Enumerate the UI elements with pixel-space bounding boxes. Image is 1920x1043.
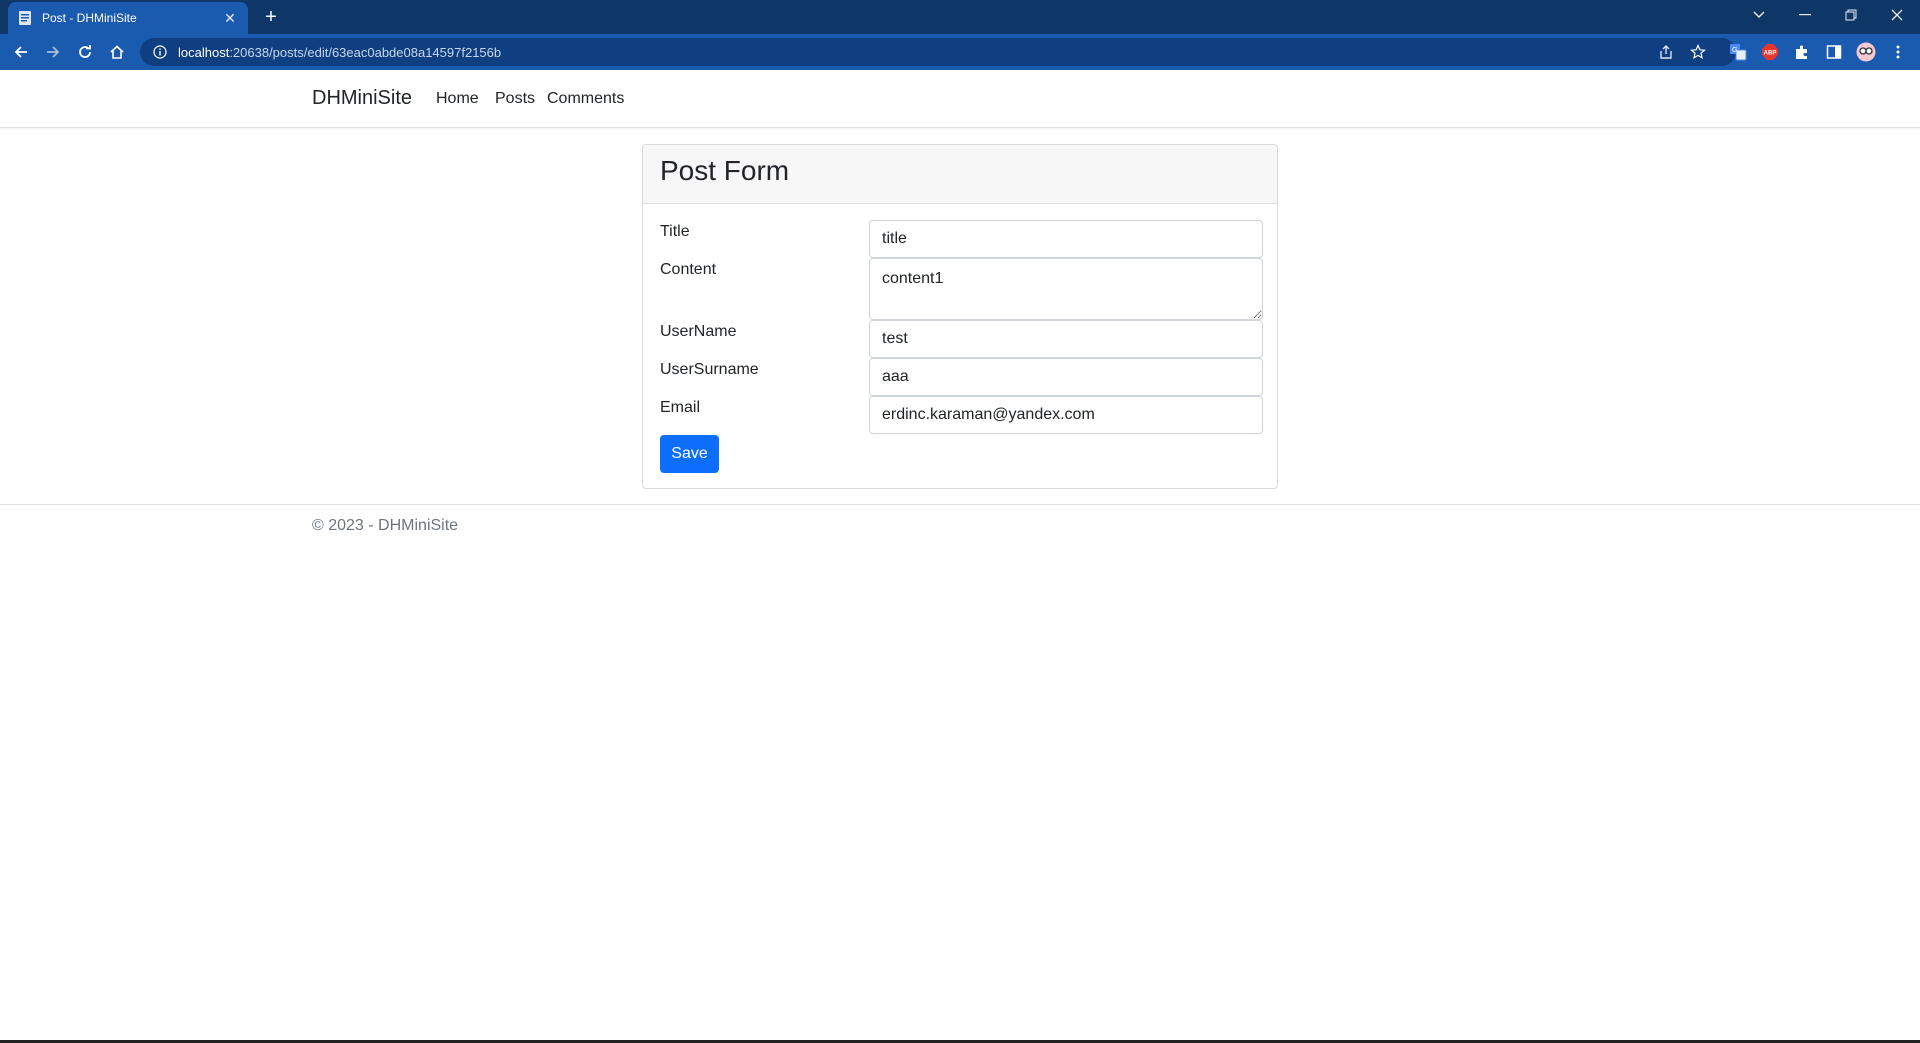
usersurname-label: UserSurname <box>660 361 759 378</box>
puzzle-extensions-icon[interactable] <box>1790 40 1814 64</box>
page-title: Post Form <box>660 155 790 186</box>
adblock-label: ABP <box>1764 51 1777 57</box>
share-icon[interactable] <box>1654 40 1678 64</box>
email-input[interactable] <box>869 396 1263 434</box>
home-icon[interactable] <box>105 40 129 64</box>
nav-link-home[interactable]: Home <box>436 90 479 108</box>
translate-extension-icon[interactable]: G <box>1726 40 1750 64</box>
content-textarea[interactable]: content1 <box>869 258 1263 320</box>
close-icon[interactable]: ✕ <box>222 10 238 26</box>
tab-search-icon[interactable] <box>1736 0 1782 30</box>
window-close-icon[interactable] <box>1874 0 1920 30</box>
restore-icon[interactable] <box>1828 0 1874 30</box>
save-button[interactable]: Save <box>660 435 719 473</box>
svg-text:G: G <box>1732 47 1737 54</box>
nav-link-posts[interactable]: Posts <box>495 90 535 108</box>
tab-title: Post - DHMiniSite <box>42 11 137 25</box>
browser-tabstrip: Post - DHMiniSite ✕ + <box>0 0 1920 34</box>
title-input[interactable] <box>869 220 1263 258</box>
site-navbar: DHMiniSite Home Posts Comments <box>0 70 1920 128</box>
reload-icon[interactable] <box>73 40 97 64</box>
title-label: Title <box>660 223 690 240</box>
usersurname-input[interactable] <box>869 358 1263 396</box>
site-footer: © 2023 - DHMiniSite <box>0 504 1920 544</box>
new-tab-button[interactable]: + <box>260 6 282 28</box>
site-info-icon[interactable] <box>152 44 168 60</box>
url-host: localhost <box>178 44 230 60</box>
username-label: UserName <box>660 323 737 340</box>
footer-copyright: © 2023 - DHMiniSite <box>312 517 459 534</box>
browser-tab-active[interactable]: Post - DHMiniSite ✕ <box>8 2 248 34</box>
nav-link-comments[interactable]: Comments <box>547 90 624 108</box>
minimize-icon[interactable] <box>1782 0 1828 30</box>
url-path: :20638/posts/edit/63eac0abde08a14597f215… <box>229 44 502 60</box>
side-panel-icon[interactable] <box>1822 40 1846 64</box>
kebab-menu-icon[interactable] <box>1886 40 1910 64</box>
content-label: Content <box>660 261 717 278</box>
card-header: Post Form <box>643 145 1277 204</box>
bookmark-star-icon[interactable] <box>1686 40 1710 64</box>
email-label: Email <box>660 399 701 416</box>
profile-avatar-icon[interactable] <box>1854 40 1878 64</box>
post-form-card: Post Form Title Content content1 UserNam… <box>642 144 1278 489</box>
username-input[interactable] <box>869 320 1263 358</box>
forward-arrow-icon[interactable] <box>41 40 65 64</box>
page-icon <box>18 10 32 26</box>
address-bar[interactable]: localhost:20638/posts/edit/63eac0abde08a… <box>140 38 1736 66</box>
back-arrow-icon[interactable] <box>9 40 33 64</box>
browser-toolbar: localhost:20638/posts/edit/63eac0abde08a… <box>0 34 1920 70</box>
navbar-brand[interactable]: DHMiniSite <box>312 87 412 110</box>
adblock-extension-icon[interactable]: ABP <box>1758 40 1782 64</box>
